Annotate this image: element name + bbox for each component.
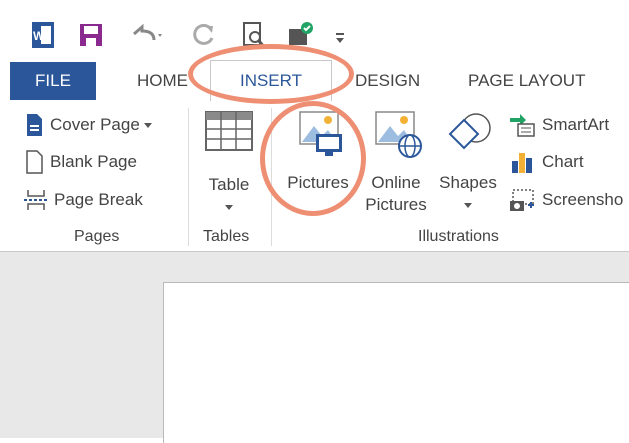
illustrations-group-label: Illustrations bbox=[418, 228, 499, 245]
tab-page-layout[interactable]: PAGE LAYOUT bbox=[468, 64, 585, 98]
tab-file[interactable]: FILE bbox=[10, 62, 96, 100]
table-label: Table bbox=[208, 175, 250, 194]
table-button[interactable]: Table bbox=[199, 110, 259, 218]
page-break-button[interactable]: Page Break bbox=[24, 185, 143, 215]
shapes-icon bbox=[448, 113, 491, 150]
blank-page-icon bbox=[26, 150, 43, 174]
smartart-button[interactable]: SmartArt bbox=[508, 110, 609, 140]
screenshot-icon bbox=[510, 189, 534, 211]
pages-group-label: Pages bbox=[74, 228, 120, 245]
chevron-down-icon bbox=[225, 205, 233, 210]
online-pictures-icon bbox=[375, 111, 422, 158]
tab-design[interactable]: DESIGN bbox=[355, 64, 420, 98]
cover-page-button[interactable]: Cover Page bbox=[24, 110, 159, 140]
screenshot-label: Screensho bbox=[542, 190, 624, 209]
online-pictures-label-line1: Online bbox=[371, 173, 421, 192]
tables-group-label: Tables bbox=[203, 228, 250, 245]
smartart-icon bbox=[510, 114, 535, 137]
chart-icon bbox=[512, 153, 532, 173]
cover-page-label: Cover Page bbox=[50, 115, 140, 134]
smartart-label: SmartArt bbox=[542, 115, 610, 134]
shapes-button[interactable]: Shapes bbox=[434, 110, 502, 216]
insert-tab-highlight-circle bbox=[188, 44, 354, 104]
page-break-label: Page Break bbox=[54, 190, 143, 209]
online-pictures-button[interactable]: Online Pictures bbox=[358, 110, 434, 216]
document-page[interactable] bbox=[163, 282, 629, 443]
pictures-highlight-circle bbox=[260, 101, 366, 216]
cover-page-icon bbox=[27, 114, 42, 136]
redo-icon[interactable] bbox=[190, 20, 218, 50]
table-icon bbox=[205, 111, 253, 151]
save-icon[interactable] bbox=[78, 20, 104, 50]
chevron-down-icon bbox=[464, 203, 472, 208]
chart-button[interactable]: Chart bbox=[508, 147, 584, 177]
blank-page-button[interactable]: Blank Page bbox=[24, 147, 137, 177]
chevron-down-icon bbox=[143, 123, 152, 128]
page-break-icon bbox=[24, 190, 48, 210]
word-app-icon[interactable]: W bbox=[28, 20, 58, 50]
blank-page-label: Blank Page bbox=[50, 152, 137, 171]
svg-text:W: W bbox=[33, 29, 45, 43]
screenshot-button[interactable]: Screensho bbox=[508, 185, 623, 215]
tab-home[interactable]: HOME bbox=[137, 64, 188, 98]
shapes-label: Shapes bbox=[439, 173, 497, 192]
chart-label: Chart bbox=[542, 152, 584, 171]
group-separator bbox=[188, 108, 189, 246]
undo-icon[interactable] bbox=[128, 20, 166, 50]
online-pictures-label-line2: Pictures bbox=[365, 195, 427, 214]
customize-qat-icon[interactable] bbox=[334, 20, 348, 50]
